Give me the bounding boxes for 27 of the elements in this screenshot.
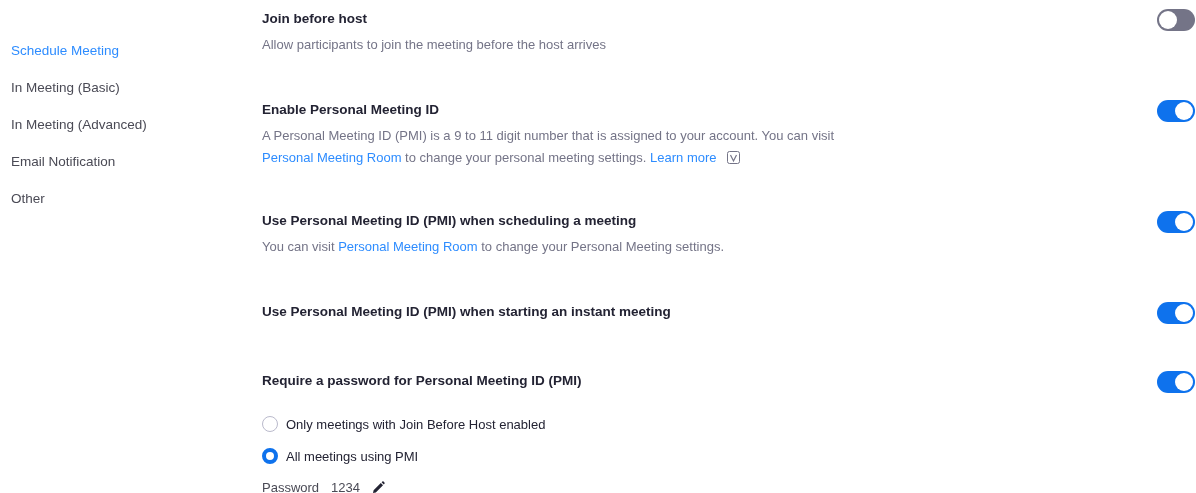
radio-button[interactable]: [262, 416, 278, 432]
setting-description: You can visit Personal Meeting Room to change your Personal Meeting settings.: [262, 238, 726, 256]
edit-icon[interactable]: [372, 481, 385, 493]
toggle-switch[interactable]: [1157, 9, 1195, 31]
setting-title: Require a password for Personal Meeting ID (PMI): [262, 372, 582, 390]
setting-description: A Personal Meeting ID (PMI) is a 9 to 11 digit number that is assigned to your account. You can visit Personal Meeting Room to change your personal meeting settings. Learn more: [262, 127, 836, 167]
setting-title: Join before host: [262, 10, 368, 28]
radio-option[interactable]: All meetings using PMI: [262, 440, 582, 472]
radio-option[interactable]: Only meetings with Join Before Host enabled: [262, 408, 582, 440]
toggle-switch[interactable]: [1157, 211, 1195, 233]
option-label: All meetings using PMI: [286, 448, 419, 464]
toggle-switch[interactable]: [1157, 371, 1195, 393]
toggle-switch[interactable]: [1157, 100, 1195, 122]
sidebar-item[interactable]: Other: [0, 190, 262, 227]
sidebar-item[interactable]: In Meeting (Basic): [0, 79, 262, 116]
password-label: Password: [262, 480, 320, 493]
option-label: Only meetings with Join Before Host enabled: [286, 416, 546, 432]
setting-title: Use Personal Meeting ID (PMI) when scheduling a meeting: [262, 212, 638, 230]
sidebar-item[interactable]: In Meeting (Advanced): [0, 116, 262, 153]
toggle-switch[interactable]: [1157, 302, 1195, 324]
video-icon[interactable]: [726, 151, 740, 164]
setting-title: Use Personal Meeting ID (PMI) when starting an instant meeting: [262, 303, 671, 321]
setting-description: Allow participants to join the meeting before the host arrives: [262, 36, 607, 54]
password-value: 1234: [331, 480, 360, 493]
radio-button[interactable]: [262, 448, 278, 464]
sidebar-item[interactable]: Email Notification: [0, 153, 262, 190]
setting-title: Enable Personal Meeting ID: [262, 101, 441, 119]
